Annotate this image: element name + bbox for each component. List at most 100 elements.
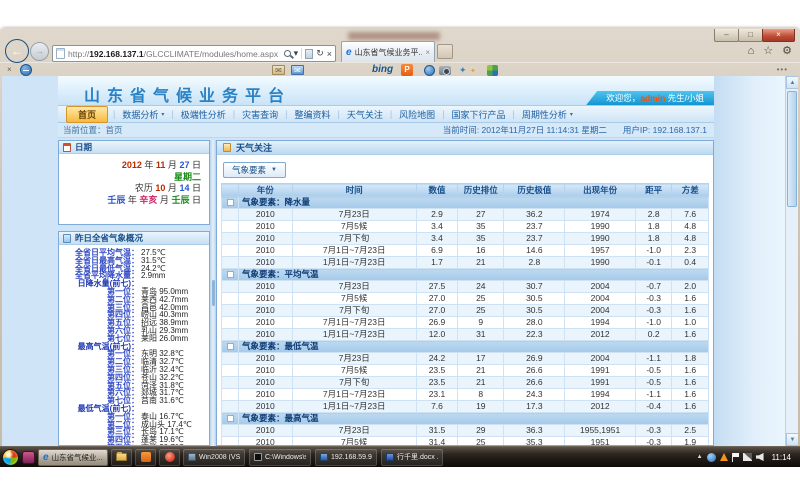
pinned-app-icon[interactable] bbox=[22, 451, 35, 464]
row-checkbox-cell bbox=[222, 221, 239, 233]
table-row[interactable]: 20107月23日24.21726.92004-1.11.8 bbox=[222, 353, 709, 365]
overflow-icon[interactable]: ••• bbox=[777, 65, 788, 74]
minimize-button[interactable]: – bbox=[714, 29, 739, 42]
nav-item[interactable]: 国家下行产品 bbox=[445, 106, 513, 123]
table-row[interactable]: 20107月5候3.43523.719901.84.8 bbox=[222, 221, 709, 233]
checkbox[interactable] bbox=[227, 343, 234, 350]
table-row[interactable]: 20101月1日~7月23日1.7212.81990-0.10.4 bbox=[222, 257, 709, 269]
sidebar-splitter[interactable] bbox=[210, 140, 216, 446]
compatibility-view-icon[interactable] bbox=[305, 49, 313, 59]
ie-icon: e bbox=[43, 452, 49, 463]
taskbar-window-button[interactable]: 192.168.59.99... bbox=[315, 449, 377, 466]
scroll-down-icon[interactable]: ▼ bbox=[786, 433, 798, 446]
cell: 7月23日 bbox=[292, 281, 416, 293]
cell: 27.5 bbox=[416, 281, 457, 293]
table-row[interactable]: 20101月1日~7月23日7.61917.32012-0.41.6 bbox=[222, 401, 709, 413]
cell: 2004 bbox=[565, 293, 636, 305]
checkbox[interactable] bbox=[227, 199, 234, 206]
table-row[interactable]: 20107月下旬23.52126.61991-0.51.6 bbox=[222, 377, 709, 389]
checkbox[interactable] bbox=[227, 271, 234, 278]
browser-tab[interactable]: e 山东省气候业务平... × bbox=[341, 41, 435, 62]
sidebar: 日期 2012 年 11 月 27 日 星期二 农历 bbox=[58, 140, 210, 446]
favorites-star-icon[interactable]: ☆ bbox=[763, 44, 773, 59]
nav-item[interactable]: 数据分析▾ bbox=[115, 106, 171, 123]
stop-icon[interactable]: × bbox=[327, 49, 332, 59]
url-text[interactable]: http://192.168.137.1/GLCCLIMATE/modules/… bbox=[68, 49, 284, 59]
table-group-row[interactable]: 气象要素：最低气温 bbox=[222, 341, 709, 353]
taskbar-window-button[interactable]: Win2008 (VS2... bbox=[183, 449, 245, 466]
sparkle-icon[interactable]: ✦ bbox=[459, 65, 467, 76]
back-button[interactable]: ← bbox=[5, 39, 29, 63]
camera-icon[interactable] bbox=[439, 66, 451, 75]
mail-icon[interactable]: ✉ bbox=[272, 65, 285, 75]
table-row[interactable]: 20101月1日~7月23日12.03122.320120.21.6 bbox=[222, 329, 709, 341]
main-nav: 首页|数据分析▾|极端性分析|灾害查询|整编资料|天气关注|风险地图|国家下行产… bbox=[58, 106, 714, 123]
close-button[interactable]: × bbox=[762, 29, 795, 42]
table-row[interactable]: 20107月23日2.92736.219742.87.6 bbox=[222, 209, 709, 221]
weather-panel-title: 昨日全省气象概况 bbox=[75, 232, 143, 244]
forward-button[interactable]: → bbox=[30, 42, 49, 61]
table-row[interactable]: 20107月1日~7月23日23.1824.31994-1.11.6 bbox=[222, 389, 709, 401]
explorer-button[interactable] bbox=[111, 449, 132, 466]
orange-app-button[interactable] bbox=[135, 449, 156, 466]
chevron-down-icon[interactable]: ▾ bbox=[294, 48, 299, 59]
refresh-icon[interactable]: ↻ bbox=[316, 48, 324, 59]
new-tab-button[interactable] bbox=[437, 44, 453, 59]
cell: 24.2 bbox=[416, 353, 457, 365]
checkbox[interactable] bbox=[227, 415, 234, 422]
search-icon[interactable] bbox=[284, 50, 291, 57]
nav-item[interactable]: 周期性分析▾ bbox=[515, 106, 580, 123]
table-row[interactable]: 20107月1日~7月23日26.9928.01994-1.01.0 bbox=[222, 317, 709, 329]
scrollbar-thumb[interactable] bbox=[787, 91, 797, 207]
address-bar[interactable]: http://192.168.137.1/GLCCLIMATE/modules/… bbox=[52, 45, 336, 62]
taskbar-ie-button[interactable]: e 山东省气候业... bbox=[38, 449, 108, 466]
nav-item[interactable]: 天气关注 bbox=[340, 106, 390, 123]
bing-logo[interactable]: bing bbox=[372, 64, 393, 75]
network-icon[interactable] bbox=[743, 453, 752, 461]
volume-icon[interactable] bbox=[756, 453, 764, 461]
red-app-button[interactable] bbox=[159, 449, 180, 466]
weekday: 星期二 bbox=[59, 172, 201, 184]
taskbar-window-button[interactable]: C:\Windows\s... bbox=[249, 449, 311, 466]
table-row[interactable]: 20107月23日31.52936.31955,1951-0.32.5 bbox=[222, 425, 709, 437]
table-row[interactable]: 20107月5候27.02530.52004-0.31.6 bbox=[222, 293, 709, 305]
settings-gear-icon[interactable]: ⚙ bbox=[782, 44, 792, 59]
nav-item[interactable]: 极端性分析 bbox=[174, 106, 233, 123]
flame-tray-icon[interactable] bbox=[720, 453, 728, 461]
sparkle-icon-small[interactable]: ✦ bbox=[470, 67, 476, 75]
table-row[interactable]: 20107月下旬27.02530.52004-0.31.6 bbox=[222, 305, 709, 317]
table-row[interactable]: 20107月5候23.52126.61991-0.51.6 bbox=[222, 365, 709, 377]
addon-bar-close-icon[interactable]: × bbox=[7, 65, 12, 74]
nav-item[interactable]: 首页 bbox=[66, 106, 108, 123]
table-row[interactable]: 20107月23日27.52430.72004-0.72.0 bbox=[222, 281, 709, 293]
element-filter-button[interactable]: 气象要素 ▼ bbox=[223, 162, 286, 178]
table-group-row[interactable]: 气象要素：平均气温 bbox=[222, 269, 709, 281]
nav-item[interactable]: 整编资料 bbox=[287, 106, 337, 123]
table-group-row[interactable]: 气象要素：最高气温 bbox=[222, 413, 709, 425]
action-center-flag-icon[interactable] bbox=[732, 453, 739, 462]
table-row[interactable]: 20107月1日~7月23日6.91614.61957-1.02.3 bbox=[222, 245, 709, 257]
messenger-tray-icon[interactable] bbox=[707, 453, 716, 462]
table-row[interactable]: 20107月下旬3.43523.719901.84.8 bbox=[222, 233, 709, 245]
community-icon[interactable] bbox=[487, 65, 498, 76]
p-badge-icon[interactable]: P bbox=[401, 64, 413, 76]
cell: 9 bbox=[458, 317, 504, 329]
tab-close-icon[interactable]: × bbox=[425, 48, 430, 57]
taskbar-window-button[interactable]: 行千里.docx ... bbox=[381, 449, 443, 466]
maximize-button[interactable]: □ bbox=[738, 29, 763, 42]
blocked-plugin-icon[interactable] bbox=[20, 64, 32, 76]
taskbar-window-label: 行千里.docx ... bbox=[397, 452, 438, 462]
hidden-icons-arrow[interactable]: ▲ bbox=[697, 454, 703, 460]
taskbar-clock[interactable]: 11:14 bbox=[768, 453, 795, 462]
nav-item[interactable]: 灾害查询 bbox=[235, 106, 285, 123]
table-group-row[interactable]: 气象要素：降水量 bbox=[222, 197, 709, 209]
table-row[interactable]: 20107月5候31.42535.31951-0.31.9 bbox=[222, 437, 709, 447]
scroll-up-icon[interactable]: ▲ bbox=[786, 76, 798, 89]
mail-icon-blue[interactable]: ✉ bbox=[291, 65, 304, 75]
messenger-icon[interactable] bbox=[424, 65, 435, 76]
home-icon[interactable]: ⌂ bbox=[748, 44, 755, 59]
nav-item[interactable]: 风险地图 bbox=[392, 106, 442, 123]
start-button[interactable] bbox=[2, 449, 19, 466]
vertical-scrollbar[interactable]: ▲ ▼ bbox=[785, 76, 798, 446]
cell: 1991 bbox=[565, 365, 636, 377]
